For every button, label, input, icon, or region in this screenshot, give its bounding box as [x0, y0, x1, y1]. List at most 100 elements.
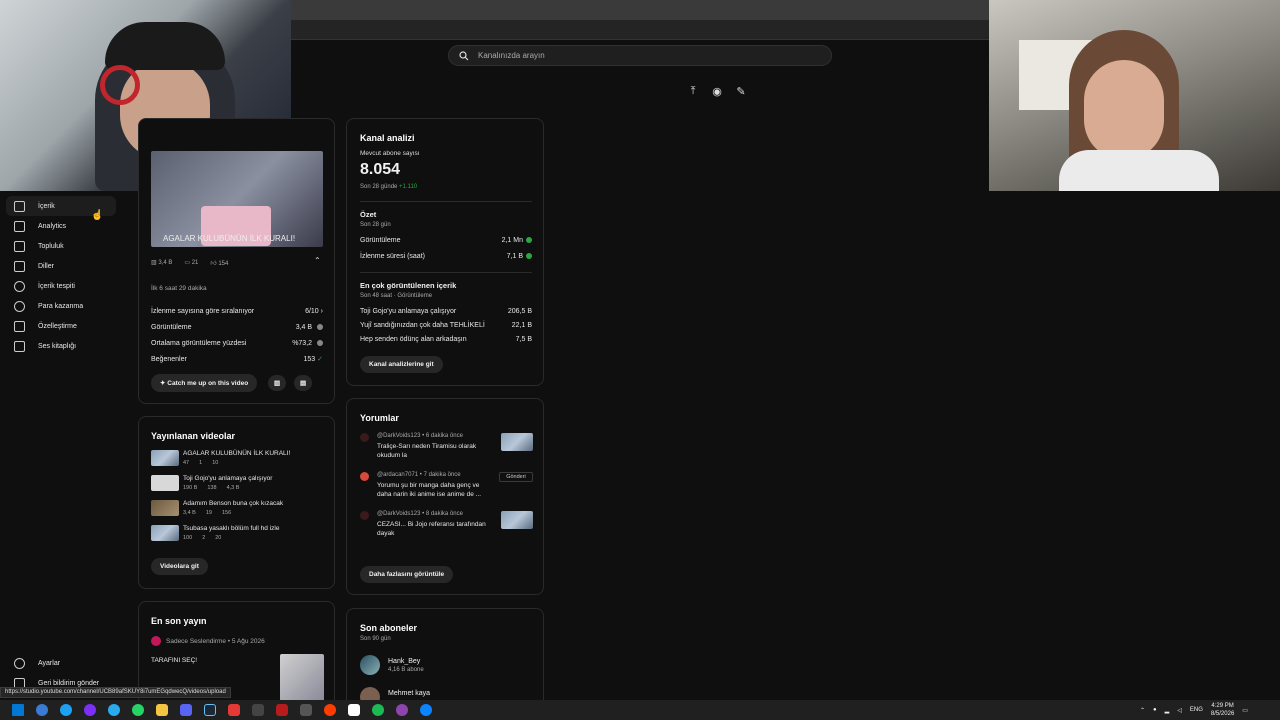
app-icon[interactable] [396, 704, 408, 716]
go-to-videos-button[interactable]: Videolara git [151, 558, 208, 575]
metric-label: Beğenenler [151, 355, 187, 363]
top-content-row[interactable]: Yujî sandığınızdan çok daha TEHLİKELİ 22,… [360, 318, 532, 332]
subscriber-name: Hank_Bey [388, 657, 421, 665]
sidebar-item-community[interactable]: Topluluk [0, 236, 130, 256]
post-image[interactable] [280, 654, 324, 701]
latest-post-meta: Sadece Seslendirme • 5 Ağu 2026 [151, 636, 265, 646]
content-views: 7,5 B [515, 335, 532, 343]
discord-icon[interactable] [180, 704, 192, 716]
start-icon[interactable] [12, 704, 24, 716]
sidebar-item-label: Diller [38, 262, 54, 270]
list-item[interactable]: Toji Gojo'yu anlamaya çalışıyor 190 B 138 4… [151, 475, 327, 491]
latest-video-title[interactable]: AGALAR KULUBÜNÜN İLK KURALI! [163, 234, 295, 243]
catch-me-up-button[interactable]: ✦ Catch me up on this video [151, 374, 258, 392]
edge-icon[interactable] [420, 704, 432, 716]
channel-search-input[interactable]: Kanalınızda arayın [448, 45, 832, 66]
search-icon [459, 50, 469, 60]
metric-value: 6/10 [305, 307, 319, 315]
network-icon[interactable]: ▂ [1165, 707, 1170, 714]
comment-author: @ardacan7071 [377, 472, 419, 478]
analytics-button[interactable]: ▥ [268, 375, 287, 391]
chevron-up-icon[interactable]: ⌃ [314, 256, 321, 265]
sidebar-item-settings[interactable]: Ayarlar [0, 653, 130, 673]
settings-app-icon[interactable] [300, 704, 312, 716]
divider [360, 201, 532, 202]
browser-icon[interactable] [60, 704, 72, 716]
sidebar-item-copyright[interactable]: İçerik tespiti [0, 276, 130, 296]
sidebar-item-languages[interactable]: Diller [0, 256, 130, 276]
video-title: Tsubasa yasaklı bölüm full hd izle [183, 525, 280, 532]
video-views: 100 [183, 535, 193, 541]
subscriber-item[interactable]: Hank_Bey 4,16 B abone [360, 655, 424, 675]
copyright-icon [14, 280, 25, 292]
latest-video-thumbnail[interactable] [151, 151, 323, 247]
live-icon[interactable]: ◉ [710, 84, 724, 98]
create-post-icon[interactable]: ✎ [734, 84, 748, 98]
published-videos-list: AGALAR KULUBÜNÜN İLK KURALI! 47 1 10 Toji G… [151, 441, 327, 541]
search-placeholder: Kanalınızda arayın [478, 51, 545, 60]
content-title: Hep senden ödünç alan arkadaşın [360, 335, 467, 343]
whatsapp-icon[interactable] [132, 704, 144, 716]
app-icon[interactable] [252, 704, 264, 716]
top-content-row[interactable]: Toji Gojo'yu anlamaya çalışıyor 206,5 B [360, 304, 532, 318]
app-icon[interactable] [348, 704, 360, 716]
settings-label: Ayarlar [38, 659, 61, 667]
video-comments: 19 [205, 510, 212, 516]
recent-subscribers-title: Son aboneler [360, 623, 418, 633]
chevron-up-icon[interactable]: ⌃ [1140, 707, 1145, 714]
notification-icon[interactable]: ▭ [1242, 707, 1248, 714]
folder-icon[interactable] [156, 704, 168, 716]
mic-icon[interactable]: ● [1153, 707, 1157, 713]
clock[interactable]: 4:29 PM 8/5/2026 [1211, 702, 1234, 718]
content-views: 22,1 B [511, 321, 532, 329]
content-views: 206,5 B [507, 307, 532, 315]
video-title: AGALAR KULUBÜNÜN İLK KURALI! [183, 450, 291, 457]
obs-icon[interactable] [324, 704, 336, 716]
sidebar-item-audio-library[interactable]: Ses kitaplığı [0, 336, 130, 356]
metric-label: Ortalama görüntüleme yüzdesi [151, 339, 247, 347]
analytics-icon [14, 220, 25, 232]
app-icon[interactable] [84, 704, 96, 716]
video-thumbnail [151, 500, 179, 516]
list-item[interactable]: AGALAR KULUBÜNÜN İLK KURALI! 47 1 10 [151, 450, 327, 466]
app-icon[interactable] [276, 704, 288, 716]
post-author: Sadece Seslendirme [166, 637, 226, 645]
metric-value: 2,1 Mn [501, 236, 523, 244]
comments-button[interactable]: ▤ [294, 375, 313, 391]
avatar [360, 433, 369, 442]
upload-icon[interactable]: ⤒ [686, 84, 700, 98]
comment-item[interactable]: @DarkVoids123 • 6 dakika önce Traliçe-Sar… [360, 433, 533, 460]
video-thumbnail [151, 450, 179, 466]
comment-item[interactable]: @ardacan7071 • 7 dakika önce Yorumu şu bi… [360, 472, 533, 499]
search-app-icon[interactable] [36, 704, 48, 716]
clock-date: 8/5/2026 [1210, 711, 1235, 717]
summary-period: Son 28 gün [360, 222, 391, 228]
subscriber-name: Mehmet kaya [388, 689, 431, 697]
subscriber-count: 4,16 B abone [388, 666, 424, 673]
sparkle-icon: ✦ [160, 380, 166, 387]
telegram-icon[interactable] [108, 704, 120, 716]
rank-row[interactable]: İzlenme sayısına göre sıralanıyor 6/10 › [151, 303, 323, 319]
chevron-right-icon: › [320, 307, 323, 315]
list-item[interactable]: Adamım Benson buna çok kızacak 3,4 B 19 156 [151, 500, 327, 516]
sidebar-item-monetization[interactable]: Para kazanma [0, 296, 130, 316]
comment-video-thumbnail [501, 511, 533, 529]
avatar [360, 655, 380, 675]
language-indicator[interactable]: ENG [1190, 707, 1203, 713]
view-more-comments-button[interactable]: Daha fazlasını görüntüle [360, 566, 454, 583]
steam-icon[interactable] [204, 704, 216, 716]
comment-item[interactable]: @DarkVoids123 • 8 dakika önce CEZASI... B… [360, 511, 533, 538]
list-item[interactable]: Tsubasa yasaklı bölüm full hd izle 100 2 20 [151, 525, 327, 541]
volume-icon[interactable]: ◁ [1177, 707, 1182, 714]
sidebar-item-label: İçerik tespiti [38, 282, 75, 290]
sidebar-item-customization[interactable]: Özelleştirme [0, 316, 130, 336]
app-icon[interactable] [228, 704, 240, 716]
bar-chart-icon: ▥ [151, 260, 157, 266]
top-content-row[interactable]: Hep senden ödünç alan arkadaşın 7,5 B [360, 332, 532, 346]
sidebar-item-label: Özelleştirme [38, 322, 77, 330]
go-to-analytics-button[interactable]: Kanal analizlerine git [360, 356, 443, 373]
recent-subscribers-period: Son 90 gün [360, 636, 391, 642]
spotify-icon[interactable] [372, 704, 384, 716]
sidebar-item-analytics[interactable]: Analytics [0, 216, 130, 236]
metric-label: Görüntüleme [151, 323, 192, 331]
